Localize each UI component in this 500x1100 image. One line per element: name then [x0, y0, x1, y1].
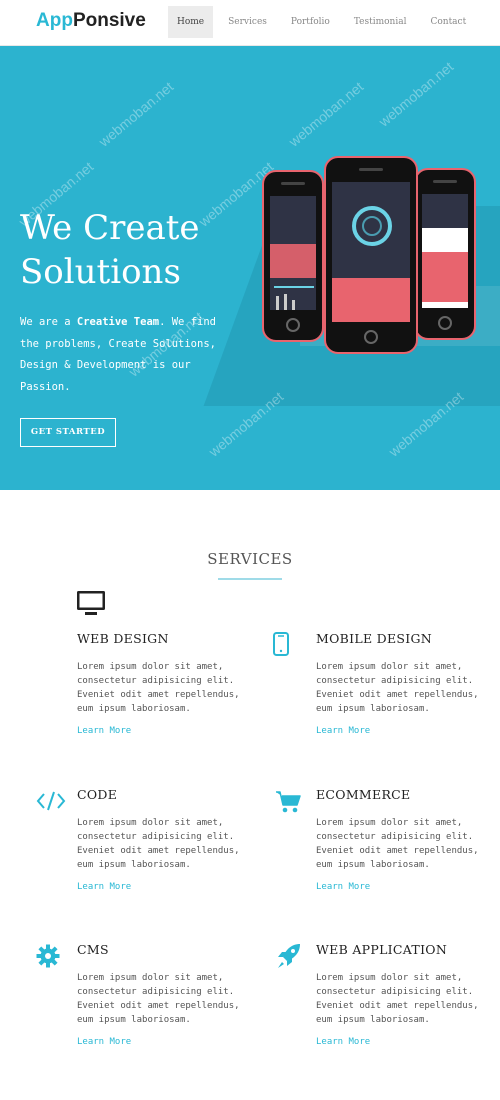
phone-center-image — [324, 156, 418, 354]
service-web-design: WEB DESIGN Lorem ipsum dolor sit amet, c… — [77, 631, 247, 736]
service-description: Lorem ipsum dolor sit amet, consectetur … — [77, 662, 240, 714]
service-title: WEB DESIGN — [77, 631, 169, 646]
cart-icon — [275, 790, 307, 822]
service-title: CMS — [77, 942, 109, 957]
nav-testimonial[interactable]: Testimonial — [345, 6, 416, 38]
service-cms: CMS Lorem ipsum dolor sit amet, consecte… — [77, 942, 247, 1047]
service-web-application: WEB APPLICATION Lorem ipsum dolor sit am… — [316, 942, 486, 1047]
service-description: Lorem ipsum dolor sit amet, consectetur … — [77, 818, 240, 870]
service-description: Lorem ipsum dolor sit amet, consectetur … — [316, 818, 479, 870]
service-title: WEB APPLICATION — [316, 942, 448, 957]
service-description: Lorem ipsum dolor sit amet, consectetur … — [316, 973, 479, 1025]
service-ecommerce: ECOMMERCE Lorem ipsum dolor sit amet, co… — [316, 787, 486, 892]
nav-home[interactable]: Home — [168, 6, 214, 38]
learn-more-link[interactable]: Learn More — [316, 882, 486, 892]
brand-logo[interactable]: AppPonsive — [36, 10, 146, 32]
hero-description: We are a Creative Team. We find the prob… — [20, 316, 216, 393]
get-started-button[interactable]: GET STARTED — [20, 418, 116, 447]
watermark-text: webmoban.net — [375, 58, 457, 130]
brand-part-ponsive: Ponsive — [72, 10, 146, 31]
services-underline — [218, 578, 282, 580]
services-heading: SERVICES — [207, 550, 293, 568]
monitor-icon — [76, 590, 108, 622]
nav-contact[interactable]: Contact — [421, 6, 475, 38]
service-mobile-design: MOBILE DESIGN Lorem ipsum dolor sit amet… — [316, 631, 486, 736]
service-description: Lorem ipsum dolor sit amet, consectetur … — [316, 662, 479, 714]
watermark-text: webmoban.net — [95, 78, 177, 150]
nav-services[interactable]: Services — [219, 6, 276, 38]
phone-right-image — [414, 168, 476, 340]
service-description: Lorem ipsum dolor sit amet, consectetur … — [77, 973, 240, 1025]
learn-more-link[interactable]: Learn More — [77, 882, 247, 892]
gear-icon — [36, 944, 68, 976]
rocket-icon — [276, 942, 308, 974]
site-header: AppPonsive Home Services Portfolio Testi… — [0, 0, 500, 46]
nav-portfolio[interactable]: Portfolio — [282, 6, 339, 38]
service-code: CODE Lorem ipsum dolor sit amet, consect… — [77, 787, 247, 892]
learn-more-link[interactable]: Learn More — [77, 726, 247, 736]
mobile-icon — [273, 632, 305, 664]
hero-section: webmoban.net webmoban.net webmoban.net w… — [0, 46, 500, 490]
hero-title: We Create Solutions — [20, 208, 200, 292]
service-title: ECOMMERCE — [316, 787, 411, 802]
code-icon — [36, 790, 68, 822]
learn-more-link[interactable]: Learn More — [316, 1037, 486, 1047]
phone-left-image — [262, 170, 324, 342]
learn-more-link[interactable]: Learn More — [77, 1037, 247, 1047]
main-nav: Home Services Portfolio Testimonial Cont… — [168, 6, 481, 38]
service-title: MOBILE DESIGN — [316, 631, 433, 646]
brand-part-app: App — [36, 10, 73, 31]
learn-more-link[interactable]: Learn More — [316, 726, 486, 736]
watermark-text: webmoban.net — [285, 78, 367, 150]
service-title: CODE — [77, 787, 118, 802]
